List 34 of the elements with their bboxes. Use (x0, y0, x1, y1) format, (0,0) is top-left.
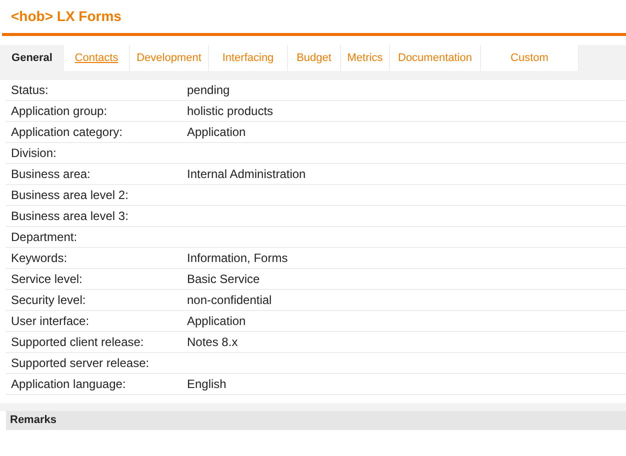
field-label: Application group: (10, 103, 108, 120)
field-label: Business area level 2: (10, 187, 130, 204)
field-value: Information, Forms (187, 250, 288, 267)
tab[interactable]: Interfacing (209, 45, 288, 71)
field-label: Business area level 3: (10, 208, 130, 225)
tab[interactable]: Documentation (390, 45, 481, 71)
field-value: Application (187, 313, 246, 330)
field-label: Supported server release: (10, 355, 150, 372)
tab[interactable]: Metrics (341, 45, 390, 71)
field-label: Supported client release: (10, 334, 145, 351)
field-value: holistic products (187, 103, 274, 120)
field-value: non-confidential (187, 292, 272, 309)
tab[interactable]: Custom (481, 45, 579, 71)
field-label: Service level: (10, 271, 84, 288)
tab[interactable]: Contacts (64, 45, 130, 71)
field-label: Status: (10, 82, 50, 99)
field-label: Department: (10, 229, 78, 246)
field-label: Application language: (10, 376, 127, 393)
field-label: Division: (10, 145, 58, 162)
tab[interactable]: Budget (288, 45, 341, 71)
field-label: User interface: (10, 313, 90, 330)
field-value: pending (187, 82, 230, 99)
field-value: Application (187, 124, 246, 141)
field-label: Keywords: (10, 250, 68, 267)
field-label: Application category: (10, 124, 124, 141)
tab[interactable]: Development (130, 45, 209, 71)
field-value: Internal Administration (187, 166, 306, 183)
field-label: Business area: (10, 166, 92, 183)
field-value: Basic Service (187, 271, 260, 288)
field-label: Security level: (10, 292, 87, 309)
field-value: English (187, 376, 226, 393)
field-value: Notes 8.x (187, 334, 238, 351)
remarks-header: Remarks (6, 411, 626, 430)
app-title: <hob> LX Forms (11, 7, 122, 26)
